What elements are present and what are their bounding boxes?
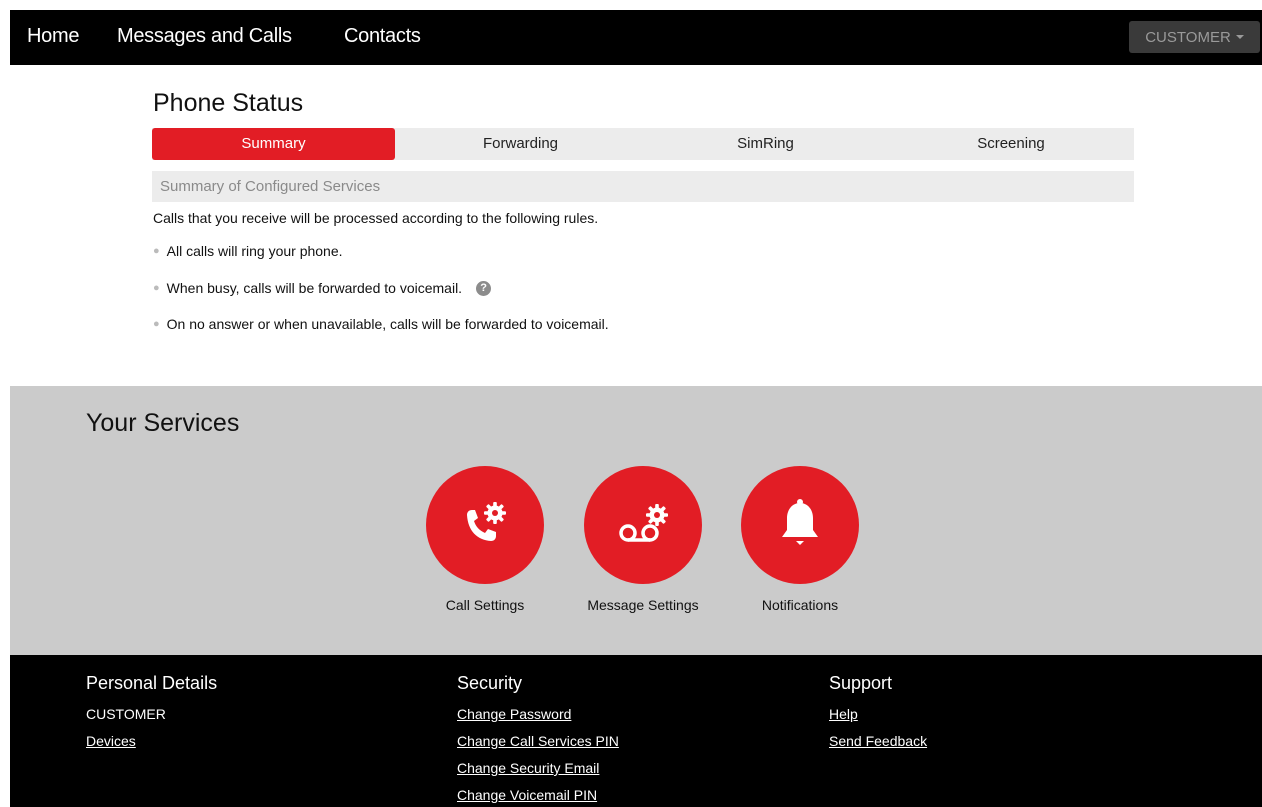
change-security-email-link[interactable]: Change Security Email: [457, 759, 619, 778]
top-nav: Home Messages and Calls Contacts CUSTOME…: [10, 10, 1262, 65]
notifications-button[interactable]: Notifications: [741, 466, 859, 615]
rule-text: When busy, calls will be forwarded to vo…: [166, 280, 463, 296]
summary-header-label: Summary of Configured Services: [160, 178, 381, 195]
notifications-circle: [741, 466, 859, 584]
phone-gear-icon: [467, 502, 506, 541]
bullet-icon: ●: [153, 318, 160, 330]
tab-simring[interactable]: SimRing: [643, 128, 888, 160]
user-menu-label: CUSTOMER: [1145, 28, 1231, 46]
call-settings-label: Call Settings: [445, 597, 525, 613]
footer: Personal Details CUSTOMER Devices Securi…: [10, 655, 1262, 807]
help-icon[interactable]: ?: [476, 280, 492, 296]
nav-home-link[interactable]: Home: [27, 25, 79, 48]
caret-down-icon: [1235, 35, 1244, 39]
summary-header: Summary of Configured Services: [152, 171, 1134, 202]
send-feedback-link[interactable]: Send Feedback: [829, 732, 927, 751]
nav-contacts-link[interactable]: Contacts: [344, 25, 421, 48]
message-settings-button[interactable]: Message Settings: [584, 466, 702, 615]
footer-personal-details: Personal Details CUSTOMER Devices: [86, 673, 217, 759]
message-settings-label: Message Settings: [587, 597, 699, 613]
app-frame: Home Messages and Calls Contacts CUSTOME…: [10, 10, 1262, 807]
voicemail-gear-icon: [619, 504, 668, 542]
bullet-icon: ●: [153, 245, 160, 257]
change-password-link[interactable]: Change Password: [457, 705, 619, 724]
tab-forwarding[interactable]: Forwarding: [398, 128, 643, 160]
bullet-icon: ●: [153, 282, 160, 294]
status-tabs: Summary Forwarding SimRing Screening: [152, 128, 1134, 160]
change-call-services-pin-link[interactable]: Change Call Services PIN: [457, 732, 619, 751]
footer-support: Support Help Send Feedback: [829, 673, 927, 759]
footer-heading: Personal Details: [86, 673, 218, 693]
footer-security: Security Change Password Change Call Ser…: [457, 673, 619, 807]
bell-icon: [782, 499, 818, 545]
nav-messages-and-calls-link[interactable]: Messages and Calls: [117, 25, 292, 48]
call-settings-button[interactable]: Call Settings: [426, 466, 544, 615]
services-title: Your Services: [86, 409, 240, 437]
rule-text: All calls will ring your phone.: [166, 243, 343, 259]
rule-item: ● When busy, calls will be forwarded to …: [153, 280, 492, 296]
services-section: Your Services Call Settings Message Sett…: [10, 386, 1262, 655]
notifications-label: Notifications: [761, 597, 839, 613]
rules-intro: Calls that you receive will be processed…: [153, 210, 599, 226]
message-settings-circle: [584, 466, 702, 584]
rule-text: On no answer or when unavailable, calls …: [166, 316, 609, 332]
change-voicemail-pin-link[interactable]: Change Voicemail PIN: [457, 786, 619, 805]
help-link[interactable]: Help: [829, 705, 927, 724]
tab-summary[interactable]: Summary: [152, 128, 395, 160]
footer-heading: Security: [457, 673, 523, 693]
rule-item: ● On no answer or when unavailable, call…: [153, 316, 609, 332]
customer-name: CUSTOMER: [86, 706, 166, 722]
footer-heading: Support: [829, 673, 893, 693]
devices-link[interactable]: Devices: [86, 732, 217, 751]
rule-item: ● All calls will ring your phone.: [153, 243, 343, 259]
page-title: Phone Status: [153, 89, 304, 117]
user-menu-button[interactable]: CUSTOMER: [1129, 21, 1260, 53]
call-settings-circle: [426, 466, 544, 584]
tab-screening[interactable]: Screening: [888, 128, 1134, 160]
